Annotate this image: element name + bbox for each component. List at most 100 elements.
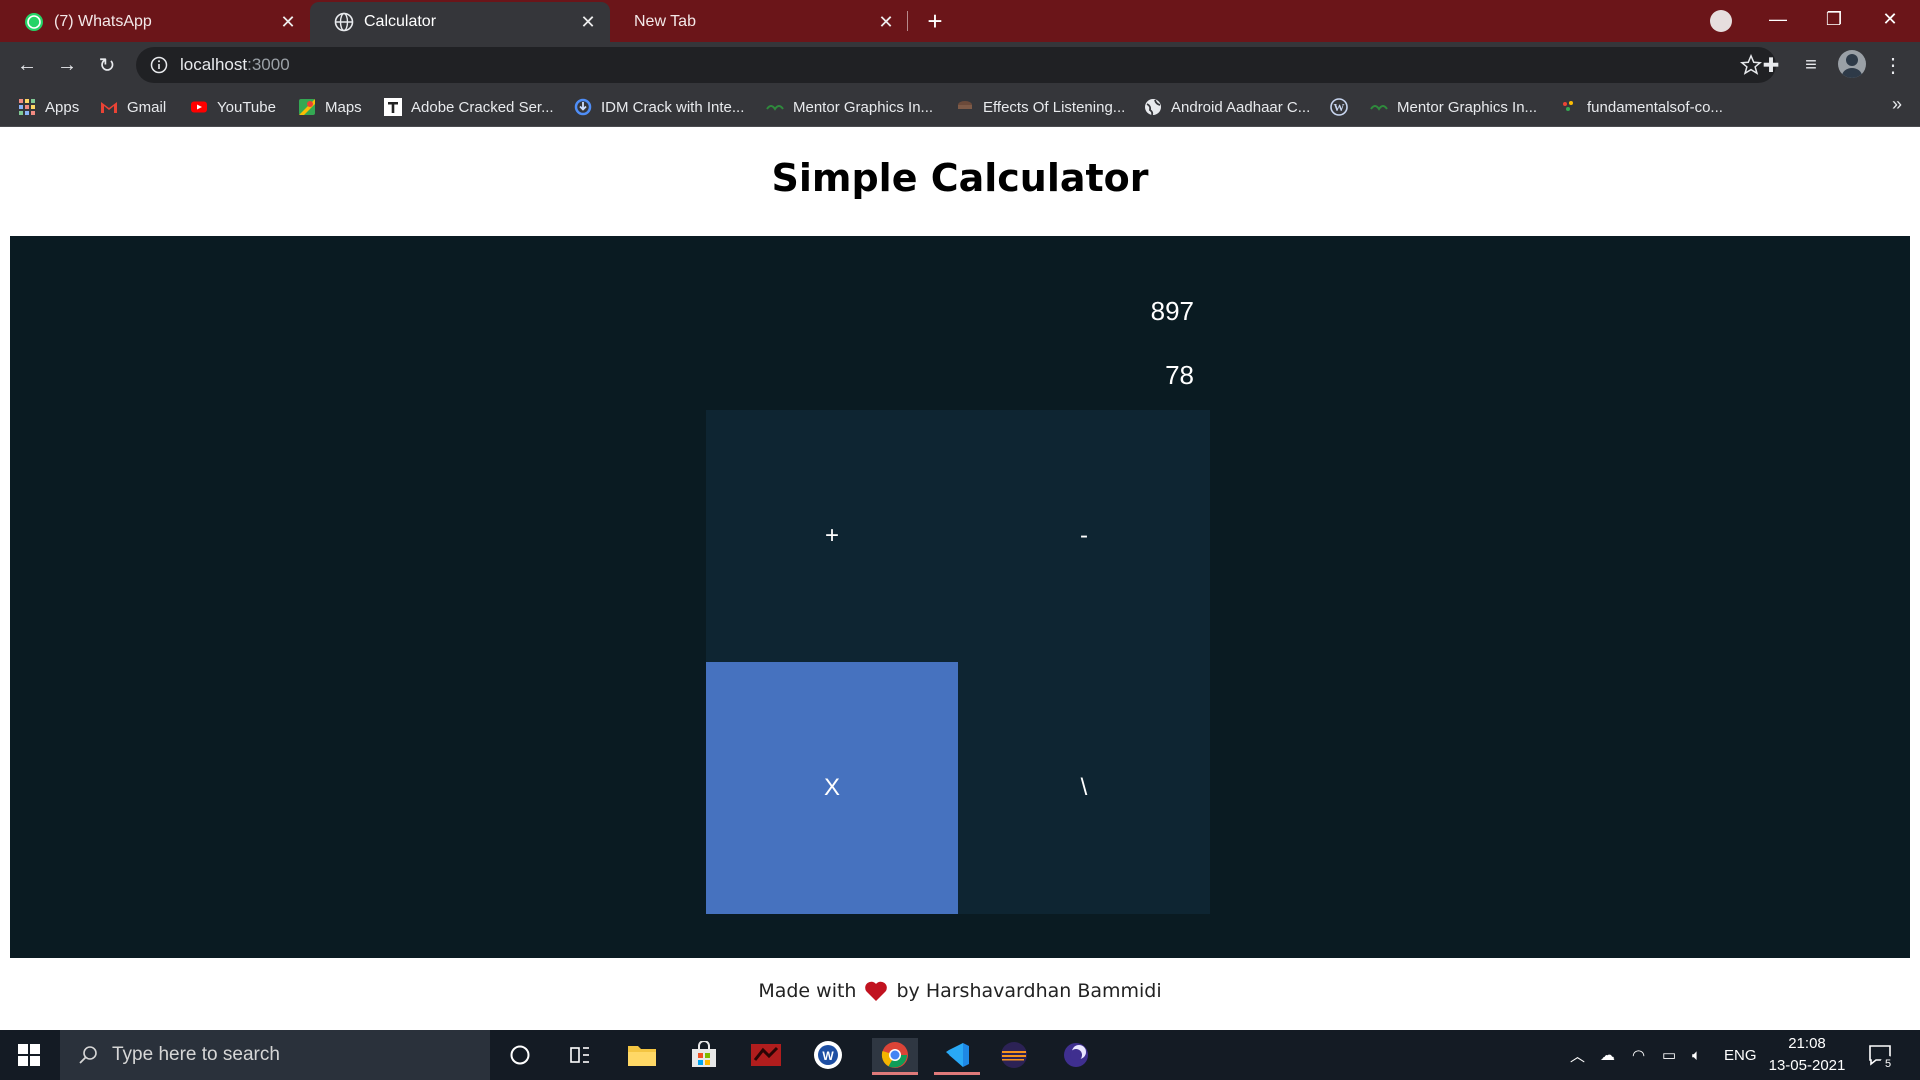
taskbar-search-box[interactable]: Type here to search <box>60 1030 490 1080</box>
bookmark-idm[interactable]: IDM Crack with Inte... <box>574 94 744 120</box>
microsoft-store-icon[interactable] <box>686 1038 722 1072</box>
windows-taskbar: Type here to search W ︿ ☁ ◠ ▭ 🔈︎ ENG 21:… <box>0 1030 1920 1080</box>
tab-separator <box>907 11 908 31</box>
dots-icon <box>1563 101 1573 111</box>
subtract-button[interactable]: - <box>958 410 1210 662</box>
bookmark-youtube[interactable]: YouTube <box>190 94 276 120</box>
clock-date: 13-05-2021 <box>1768 1057 1846 1074</box>
language-indicator[interactable]: ENG <box>1724 1030 1757 1080</box>
globe-icon <box>334 12 354 32</box>
cortana-icon[interactable] <box>502 1038 538 1072</box>
tab-whatsapp[interactable]: (7) WhatsApp ✕ <box>0 2 310 42</box>
url-host: localhost <box>180 55 248 74</box>
info-icon[interactable] <box>150 56 168 74</box>
apps-grid-icon <box>19 99 35 115</box>
bookmark-label: Mentor Graphics In... <box>793 98 934 116</box>
profile-avatar[interactable] <box>1838 50 1866 78</box>
heart-icon <box>865 981 888 1001</box>
page-icon <box>958 101 972 109</box>
bookmark-mentor-2[interactable]: Mentor Graphics In... <box>1370 94 1537 120</box>
eclipse-ide-icon[interactable] <box>1058 1038 1094 1072</box>
calculator-panel: 897 78 + - X \ <box>10 236 1910 958</box>
menu-kebab-icon[interactable]: ⋮ <box>1878 50 1908 80</box>
maps-icon <box>299 99 315 115</box>
search-icon <box>79 1046 97 1064</box>
tab-search-icon[interactable] <box>1710 10 1732 32</box>
taskbar-clock[interactable]: 21:08 13-05-2021 <box>1762 1033 1852 1077</box>
bookmark-label: Effects Of Listening... <box>983 98 1126 116</box>
close-icon[interactable]: ✕ <box>876 12 896 32</box>
bookmark-apps[interactable]: Apps <box>18 94 79 120</box>
bookmark-label: IDM Crack with Inte... <box>601 98 745 116</box>
page-title: Simple Calculator <box>771 156 1149 200</box>
bookmark-aadhaar[interactable]: Android Aadhaar C... <box>1144 94 1310 120</box>
page-footer: Made with by Harshavardhan Bammidi <box>0 980 1920 1002</box>
task-view-icon[interactable] <box>562 1038 598 1072</box>
address-bar[interactable]: localhost :3000 <box>136 47 1776 83</box>
windows-start-icon[interactable] <box>18 1044 40 1066</box>
globe-icon <box>1145 99 1161 116</box>
extensions-icon[interactable]: ✚ <box>1756 50 1786 80</box>
mentor-icon <box>1370 105 1388 111</box>
chrome-icon[interactable] <box>872 1038 918 1075</box>
bookmark-label: Adobe Cracked Ser... <box>411 98 554 116</box>
minimize-icon[interactable]: — <box>1750 0 1806 38</box>
svg-text:W: W <box>822 1049 834 1063</box>
add-button[interactable]: + <box>706 410 958 662</box>
battery-icon[interactable]: ▭ <box>1662 1030 1676 1080</box>
bookmark-fundamentals[interactable]: fundamentalsof-co... <box>1560 94 1723 120</box>
bookmark-label: Android Aadhaar C... <box>1171 98 1311 116</box>
game-app-icon[interactable] <box>748 1038 784 1072</box>
bookmark-adobe[interactable]: Adobe Cracked Ser... <box>384 94 554 120</box>
back-arrow-icon[interactable]: ← <box>12 50 42 80</box>
t-logo-icon <box>384 98 402 116</box>
bookmark-label: Mentor Graphics In... <box>1397 98 1538 116</box>
bookmark-label: fundamentalsof-co... <box>1587 98 1723 116</box>
bookmark-label: Apps <box>45 98 80 116</box>
multiply-button[interactable]: X <box>706 662 958 914</box>
show-hidden-icons-icon[interactable]: ︿ <box>1570 1030 1585 1080</box>
word-app-icon[interactable]: W <box>810 1038 846 1072</box>
restore-icon[interactable]: ❐ <box>1806 0 1862 38</box>
bookmark-maps[interactable]: Maps <box>298 94 362 120</box>
tab-new-tab[interactable]: New Tab ✕ <box>610 2 908 42</box>
close-icon[interactable]: ✕ <box>278 12 298 32</box>
clock-time: 21:08 <box>1788 1035 1826 1052</box>
eclipse-icon[interactable] <box>996 1038 1032 1072</box>
tab-title: New Tab <box>634 13 696 30</box>
mentor-icon <box>766 105 784 111</box>
vscode-icon[interactable] <box>934 1038 980 1075</box>
whatsapp-icon <box>25 13 43 31</box>
tab-title: Calculator <box>364 13 437 30</box>
user-avatar-icon <box>1842 54 1862 78</box>
tab-calculator[interactable]: Calculator ✕ <box>310 2 610 42</box>
first-operand-display[interactable]: 897 <box>1151 296 1194 327</box>
divide-button[interactable]: \ <box>958 662 1210 914</box>
wordpress-icon: W <box>1330 98 1348 116</box>
volume-icon[interactable]: 🔈︎ <box>1692 1030 1701 1080</box>
file-explorer-icon[interactable] <box>624 1038 660 1072</box>
forward-arrow-icon[interactable]: → <box>52 50 82 80</box>
idm-icon <box>574 98 592 116</box>
gmail-icon <box>101 102 117 113</box>
url-port: :3000 <box>247 55 290 74</box>
youtube-icon <box>191 101 207 113</box>
wifi-icon[interactable]: ◠ <box>1632 1030 1645 1080</box>
bookmark-mentor-1[interactable]: Mentor Graphics In... <box>766 94 933 120</box>
bookmark-label: Maps <box>325 98 362 116</box>
bookmark-wordpress[interactable]: W <box>1330 94 1357 120</box>
new-tab-button[interactable]: + <box>920 6 950 36</box>
reload-icon[interactable]: ↻ <box>92 50 122 80</box>
media-control-icon[interactable]: ≡ <box>1796 50 1826 80</box>
bookmark-effects[interactable]: Effects Of Listening... <box>956 94 1125 120</box>
svg-text:W: W <box>1334 102 1345 114</box>
notification-count-badge: 5 <box>1880 1056 1896 1072</box>
second-operand-display[interactable]: 78 <box>1165 360 1194 391</box>
operator-keypad: + - X \ <box>706 410 1210 914</box>
taskbar-search-placeholder: Type here to search <box>112 1044 280 1065</box>
onedrive-icon[interactable]: ☁ <box>1600 1030 1615 1080</box>
bookmarks-overflow-button[interactable]: » <box>1892 94 1902 115</box>
window-close-icon[interactable]: ✕ <box>1862 0 1918 38</box>
bookmark-gmail[interactable]: Gmail <box>100 94 166 120</box>
close-icon[interactable]: ✕ <box>578 12 598 32</box>
